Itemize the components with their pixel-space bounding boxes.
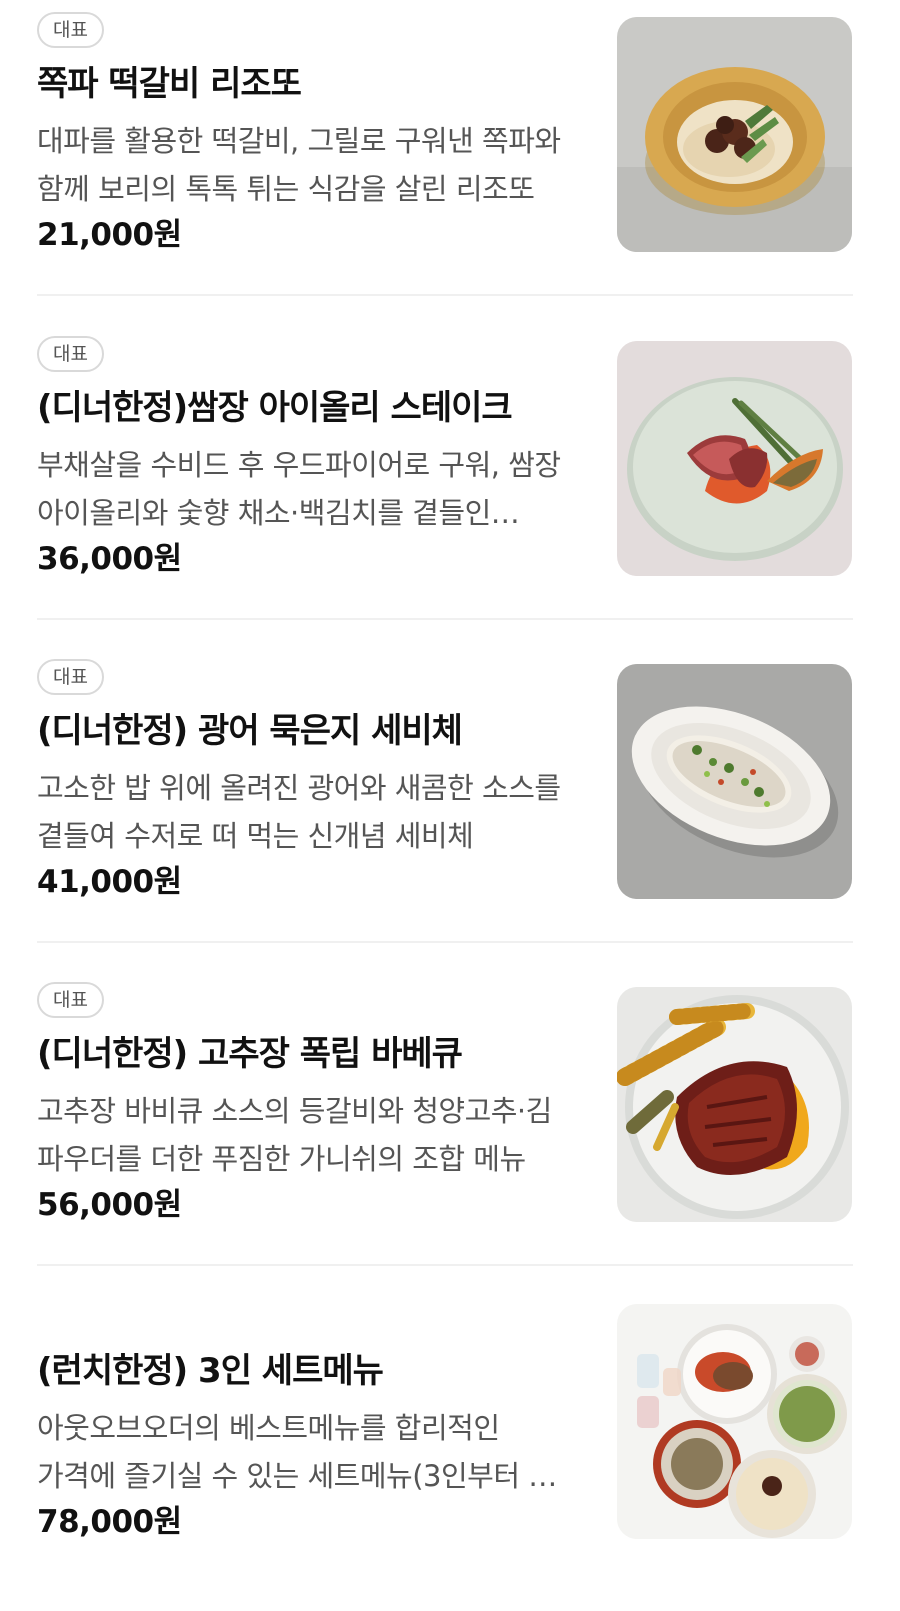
pork-ribs-dish-illustration xyxy=(617,987,852,1222)
item-divider xyxy=(37,941,853,943)
signature-badge: 대표 xyxy=(37,982,104,1018)
menu-item-title: (디너한정) 광어 묵은지 세비체 xyxy=(37,711,463,751)
risotto-dish-photo[interactable] xyxy=(617,17,852,252)
item-divider xyxy=(37,1264,853,1266)
set-menu-dishes-illustration xyxy=(617,1304,852,1539)
item-divider xyxy=(37,618,853,620)
menu-item-description: 고소한 밥 위에 올려진 광어와 새콤한 소스를 곁들여 수저로 떠 먹는 신개… xyxy=(37,771,561,853)
menu-item-price: 36,000원 xyxy=(37,541,182,577)
steak-dish-illustration xyxy=(617,341,852,576)
signature-badge: 대표 xyxy=(37,336,104,372)
menu-item-description: 아웃오브오더의 베스트메뉴를 합리적인 가격에 즐기실 수 있는 세트메뉴(3인… xyxy=(37,1411,581,1493)
ceviche-dish-illustration xyxy=(617,664,852,899)
menu-item-description: 고추장 바비큐 소스의 등갈비와 청양고추·김 파우더를 더한 푸짐한 가니쉬의… xyxy=(37,1094,552,1176)
menu-item-pork-ribs[interactable]: 대표 (디너한정) 고추장 폭립 바베큐 고추장 바비큐 소스의 등갈비와 청양… xyxy=(0,970,900,1294)
menu-item-title: (런치한정) 3인 세트메뉴 xyxy=(37,1351,384,1391)
signature-badge: 대표 xyxy=(37,659,104,695)
ceviche-dish-photo[interactable] xyxy=(617,664,852,899)
menu-item-steak[interactable]: 대표 (디너한정)쌈장 아이올리 스테이크 부채살을 수비드 후 우드파이어로 … xyxy=(0,324,900,648)
signature-badge: 대표 xyxy=(37,12,104,48)
menu-list: 대표 쪽파 떡갈비 리조또 대파를 활용한 떡갈비, 그릴로 구워낸 쪽파와 함… xyxy=(0,0,900,1589)
menu-item-price: 21,000원 xyxy=(37,217,182,253)
menu-item-description: 부채살을 수비드 후 우드파이어로 구워, 쌈장 아이올리와 숯향 채소·백김치… xyxy=(37,448,561,530)
steak-dish-photo[interactable] xyxy=(617,341,852,576)
menu-item-price: 41,000원 xyxy=(37,864,182,900)
menu-item-ceviche[interactable]: 대표 (디너한정) 광어 묵은지 세비체 고소한 밥 위에 올려진 광어와 새콤… xyxy=(0,647,900,971)
menu-item-lunch-set[interactable]: (런치한정) 3인 세트메뉴 아웃오브오더의 베스트메뉴를 합리적인 가격에 즐… xyxy=(0,1287,900,1611)
menu-item-risotto[interactable]: 대표 쪽파 떡갈비 리조또 대파를 활용한 떡갈비, 그릴로 구워낸 쪽파와 함… xyxy=(0,0,900,324)
item-divider xyxy=(37,294,853,296)
pork-ribs-dish-photo[interactable] xyxy=(617,987,852,1222)
menu-item-price: 56,000원 xyxy=(37,1187,182,1223)
risotto-dish-illustration xyxy=(617,17,852,252)
menu-item-price: 78,000원 xyxy=(37,1504,182,1540)
menu-item-title: (디너한정)쌈장 아이올리 스테이크 xyxy=(37,388,513,428)
set-menu-dishes-photo[interactable] xyxy=(617,1304,852,1539)
menu-item-title: 쪽파 떡갈비 리조또 xyxy=(37,64,302,104)
menu-item-title: (디너한정) 고추장 폭립 바베큐 xyxy=(37,1034,463,1074)
menu-item-description: 대파를 활용한 떡갈비, 그릴로 구워낸 쪽파와 함께 보리의 톡톡 튀는 식감… xyxy=(37,124,561,206)
